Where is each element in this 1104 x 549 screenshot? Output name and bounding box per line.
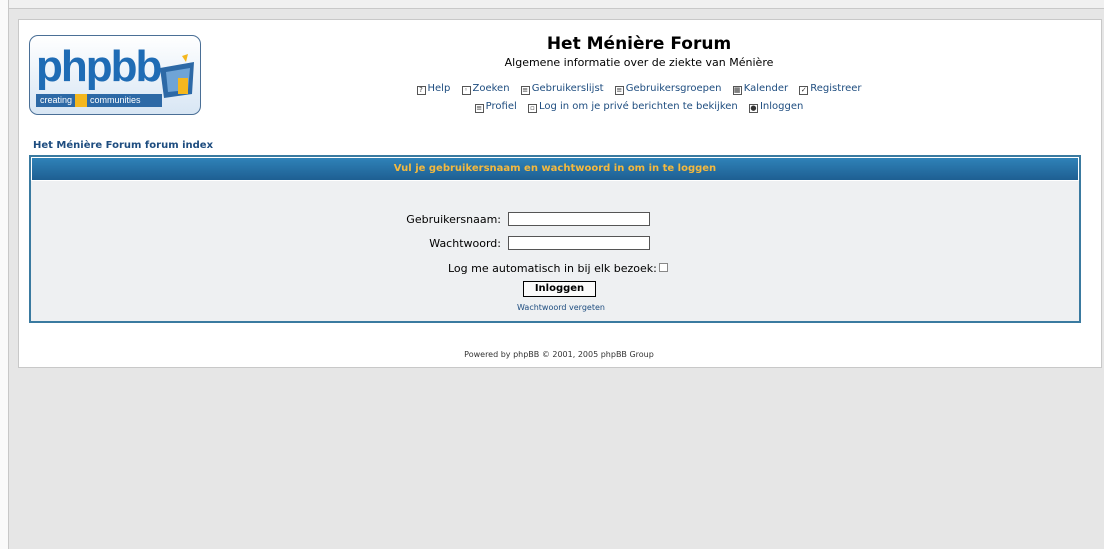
message-icon: ▫ bbox=[527, 104, 537, 113]
username-input[interactable] bbox=[508, 212, 650, 226]
nav-help[interactable]: ? Help bbox=[416, 83, 450, 95]
login-button[interactable]: Inloggen bbox=[523, 281, 596, 297]
nav-private-messages[interactable]: ▫ Log in om je privé berichten te bekijke… bbox=[527, 101, 738, 113]
logo-wordmark: phpbb bbox=[36, 42, 162, 91]
help-icon: ? bbox=[416, 86, 426, 95]
username-label: Gebruikersnaam: bbox=[406, 213, 501, 226]
nav-row-primary: ? Help ◦ Zoeken ≡ Gebruikerslijst ≡ Gebruike… bbox=[259, 83, 1019, 95]
password-label: Wachtwoord: bbox=[429, 237, 501, 250]
footer-credits: Powered by phpBB © 2001, 2005 phpBB Grou… bbox=[464, 350, 654, 359]
nav-memberlist[interactable]: ≡ Gebruikerslijst bbox=[520, 83, 604, 95]
forum-page: phpbb creating communities Het Ménière Fo… bbox=[18, 19, 1102, 368]
site-title: Het Ménière Forum bbox=[546, 34, 732, 54]
window-left-edge bbox=[0, 0, 9, 549]
nav-profile[interactable]: ≡ Profiel bbox=[474, 101, 517, 113]
calendar-icon: ▦ bbox=[732, 86, 742, 95]
nav-calendar[interactable]: ▦ Kalender bbox=[732, 83, 788, 95]
password-input[interactable] bbox=[508, 236, 650, 250]
auto-login-label: Log me automatisch in bij elk bezoek: bbox=[448, 262, 657, 275]
nav-login[interactable]: ● Inloggen bbox=[748, 101, 803, 113]
login-panel: Vul je gebruikersnaam en wachtwoord in o… bbox=[29, 155, 1081, 323]
breadcrumb-forum-index[interactable]: Het Ménière Forum forum index bbox=[33, 140, 213, 151]
login-panel-header: Vul je gebruikersnaam en wachtwoord in o… bbox=[31, 157, 1079, 181]
list-icon: ≡ bbox=[520, 86, 530, 95]
logo-tagline: creating communities bbox=[36, 94, 162, 107]
logo-tag-left: creating bbox=[40, 95, 73, 105]
login-icon: ● bbox=[748, 104, 758, 113]
nav-row-secondary: ≡ Profiel ▫ Log in om je privé berichten t… bbox=[259, 101, 1019, 113]
logo-tag-right: communities bbox=[90, 95, 141, 105]
search-icon: ◦ bbox=[461, 86, 471, 95]
forgot-password-link[interactable]: Wachtwoord vergeten bbox=[501, 303, 621, 312]
register-icon: ✓ bbox=[799, 86, 809, 95]
site-description: Algemene informatie over de ziekte van M… bbox=[504, 56, 774, 69]
list-icon: ≡ bbox=[614, 86, 624, 95]
window-top-edge bbox=[0, 0, 1104, 9]
nav-search[interactable]: ◦ Zoeken bbox=[461, 83, 510, 95]
profile-icon: ≡ bbox=[474, 104, 484, 113]
nav-register[interactable]: ✓ Registreer bbox=[799, 83, 862, 95]
logo-box-icon bbox=[160, 54, 194, 98]
phpbb-logo[interactable]: phpbb creating communities bbox=[29, 35, 201, 115]
auto-login-checkbox[interactable] bbox=[659, 263, 668, 272]
nav-usergroups[interactable]: ≡ Gebruikersgroepen bbox=[614, 83, 722, 95]
